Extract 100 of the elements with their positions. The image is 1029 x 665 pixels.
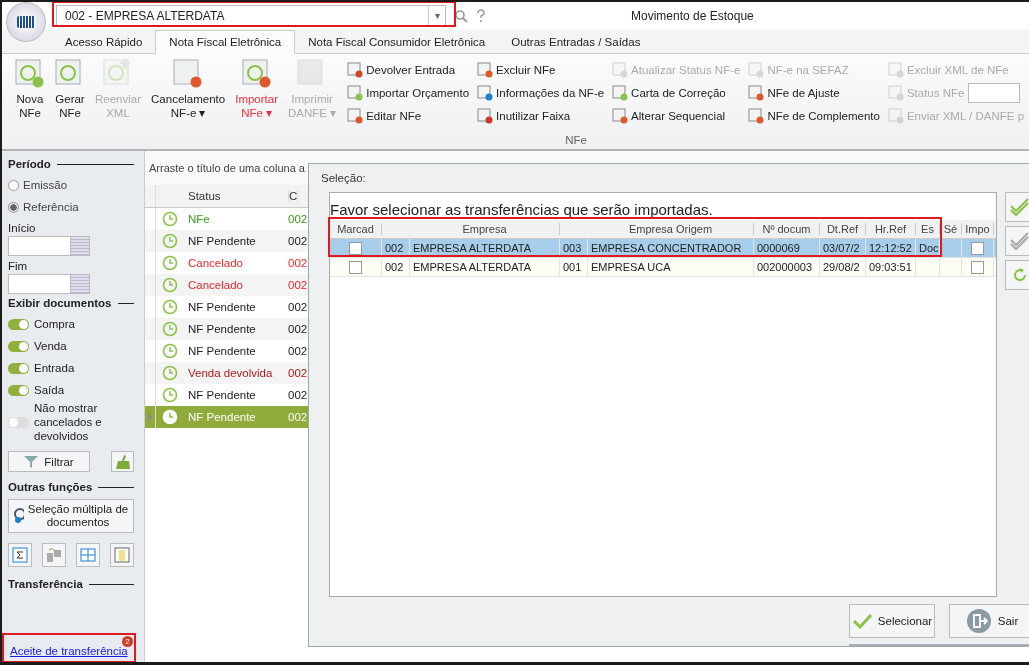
help-icon[interactable]	[476, 8, 486, 23]
table-button[interactable]	[76, 543, 100, 567]
ribbon-button[interactable]: NFe de Complemento	[748, 107, 880, 124]
table-arrow-icon	[46, 547, 62, 563]
table-cell: 12:12:52	[869, 242, 912, 254]
ribbon-button[interactable]: Alterar Sequencial	[612, 107, 726, 124]
ribbon-button[interactable]: Importar NFe ▾	[230, 58, 283, 134]
ribbon-group-label: NFe	[564, 134, 588, 146]
column-header[interactable]: Nº docum	[754, 223, 820, 235]
clear-button[interactable]	[111, 451, 134, 472]
table-cell: EMPRESA CONCENTRADOR	[591, 242, 742, 254]
date-field[interactable]	[8, 236, 90, 256]
toggle-switch[interactable]	[8, 384, 29, 396]
table-row[interactable]: 002 EMPRESA ALTERDATA 001 EMPRESA UCA 002000003 29/08/2 09:03:51	[330, 258, 996, 277]
multi-select-button[interactable]: Seleção múltipla de documentos	[8, 499, 134, 533]
checkbox[interactable]	[971, 260, 984, 274]
ribbon-button[interactable]: Importar Orçamento	[347, 84, 470, 101]
column-header[interactable]: Impo	[962, 223, 994, 235]
ribbon-button[interactable]: Informações da NF-e	[477, 84, 605, 101]
toggle-label: Entrada	[34, 361, 75, 375]
ribbon-tab[interactable]: Nota Fiscal Eletrônica	[155, 30, 296, 54]
check-all-button[interactable]	[1005, 192, 1029, 222]
toggle-switch[interactable]	[8, 318, 29, 330]
table-cell: 002	[288, 323, 308, 335]
section-title: Transferência	[8, 578, 83, 590]
checkbox[interactable]	[349, 241, 362, 255]
exit-button[interactable]: Sair	[949, 603, 1029, 638]
ribbon-tab[interactable]: Acesso Rápido	[52, 31, 156, 53]
table-cell: EMPRESA ALTERDATA	[413, 261, 531, 273]
table-cell: 09:03:51	[869, 261, 912, 273]
ribbon-button[interactable]: Inutilizar Faixa	[477, 107, 571, 124]
ribbon-tab[interactable]: Outras Entradas / Saídas	[498, 31, 654, 53]
clock-icon	[162, 343, 178, 359]
toggle-switch[interactable]	[8, 340, 29, 352]
date-field[interactable]	[8, 274, 90, 294]
refresh-button[interactable]	[1005, 260, 1029, 290]
table-cell: 0000069	[757, 242, 800, 254]
checkbox[interactable]	[349, 260, 362, 274]
ribbon-tab[interactable]: Nota Fiscal Consumidor Eletrônica	[295, 31, 499, 53]
ribbon-button[interactable]: Devolver Entrada	[347, 61, 456, 78]
search-icon[interactable]	[454, 8, 468, 23]
toggle-switch[interactable]	[8, 362, 29, 374]
sigma-icon	[12, 547, 28, 563]
ribbon-button[interactable]: NFe de Ajuste	[748, 84, 840, 101]
ribbon-button[interactable]: Excluir NFe	[477, 61, 556, 78]
document-icon	[347, 84, 364, 101]
table-cell: 001	[563, 261, 582, 273]
ribbon-button[interactable]: Editar NFe	[347, 107, 422, 124]
table-cell-text: NF Pendente	[187, 301, 257, 313]
company-select[interactable]: 002 - EMPRESA ALTERDATA ▾	[56, 5, 446, 26]
toggle-label: Venda	[34, 339, 67, 353]
sum-button[interactable]	[8, 543, 32, 567]
table-cell: 002	[288, 213, 308, 225]
ribbon-button[interactable]: Nova NFe	[10, 58, 50, 134]
check-icon	[851, 612, 872, 629]
double-check-icon	[1010, 232, 1029, 250]
uncheck-all-button[interactable]	[1005, 226, 1029, 256]
column-header[interactable]: Empresa Origem	[588, 223, 754, 235]
table-cell: 003	[563, 242, 582, 254]
ribbon-button[interactable]: Cancelamento NF-e ▾	[146, 58, 231, 134]
table-cell: 002	[288, 235, 308, 247]
table-cell: 002	[385, 261, 404, 273]
table-cell: 002	[385, 242, 404, 254]
select-button[interactable]: Selecionar	[849, 603, 935, 638]
clock-icon	[162, 255, 178, 271]
dialog-message: Favor selecionar as transferências que serão importadas.	[330, 201, 713, 218]
app-logo-icon[interactable]	[6, 2, 46, 42]
funnel-icon	[24, 455, 39, 468]
exit-icon	[965, 607, 992, 634]
grid-tool-button[interactable]	[42, 543, 66, 567]
calendar-icon[interactable]	[70, 275, 89, 293]
transfer-link[interactable]: Aceite de transferência	[10, 645, 128, 657]
table-cell: EMPRESA ALTERDATA	[413, 242, 531, 254]
column-header[interactable]: Empresa	[410, 223, 560, 235]
column-header[interactable]: Dt.Ref	[820, 223, 866, 235]
radio-label: Emissão	[23, 179, 68, 191]
radio-button[interactable]	[8, 201, 19, 213]
table-cell: 002	[288, 367, 308, 379]
checkbox[interactable]	[971, 241, 984, 255]
field-label: Início	[8, 222, 37, 234]
table-row[interactable]: 002 EMPRESA ALTERDATA 003 EMPRESA CONCENTRADOR 0000069 03/07/2 12:12:52 Doc	[330, 239, 996, 258]
column-header[interactable]: Status	[184, 190, 289, 202]
table-cell: 29/08/2	[823, 261, 860, 273]
columns-button[interactable]	[110, 543, 134, 567]
column-header[interactable]: C	[289, 190, 299, 202]
broom-icon	[114, 454, 131, 469]
column-header[interactable]: Hr.Ref	[866, 223, 916, 235]
radio-button[interactable]	[8, 179, 19, 191]
calendar-icon[interactable]	[70, 237, 89, 255]
refresh-icon	[1012, 267, 1028, 283]
ribbon-button[interactable]: Gerar NFe	[50, 58, 90, 134]
row-pointer-icon	[148, 413, 152, 421]
clock-icon	[162, 299, 178, 315]
ribbon-button[interactable]: Carta de Correção	[612, 84, 726, 101]
section-title: Outras funções	[8, 481, 93, 493]
columns-icon	[114, 547, 130, 563]
table-cell: 002000003	[757, 261, 813, 273]
toggle-switch[interactable]	[8, 416, 29, 428]
double-check-icon	[1010, 198, 1029, 216]
filter-button[interactable]: Filtrar	[8, 451, 90, 472]
